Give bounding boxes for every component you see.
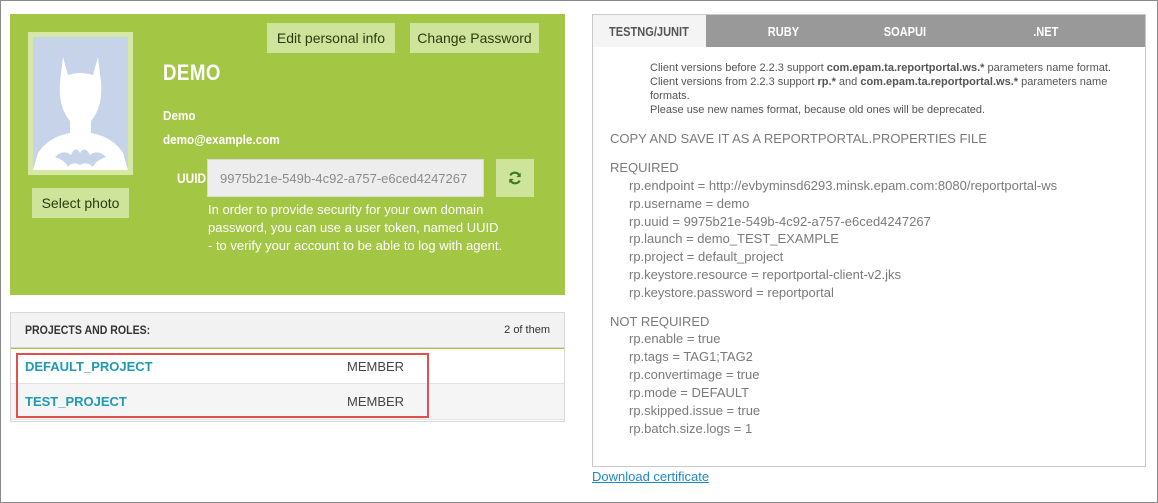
- property-line: rp.project = default_project: [629, 249, 784, 264]
- property-line: rp.enable = true: [629, 331, 721, 346]
- projects-count: 2 of them: [504, 324, 550, 336]
- tab-dotnet[interactable]: .NET: [947, 15, 1145, 47]
- uuid-help-text: In order to provide security for your ow…: [208, 202, 503, 253]
- copy-title: COPY AND SAVE IT AS A REPORTPORTAL.PROPE…: [610, 131, 987, 146]
- not-required-title: NOT REQUIRED: [610, 314, 710, 329]
- email: demo@example.com: [163, 132, 280, 147]
- version-note: Client versions before 2.2.3 support com…: [650, 62, 1111, 116]
- property-line: rp.username = demo: [629, 196, 750, 211]
- tab-ruby[interactable]: RUBY: [706, 15, 862, 47]
- property-line: rp.endpoint = http://evbyminsd6293.minsk…: [629, 178, 1058, 193]
- project-role: MEMBER: [347, 394, 405, 409]
- config-tabs: TESTNG/JUNIT RUBY SOAPUI .NET: [593, 15, 1145, 47]
- table-row: DEFAULT_PROJECT MEMBER: [11, 348, 564, 384]
- profile-card: Select photo Edit personal info Change P…: [10, 14, 565, 295]
- uuid-label: UUID: [177, 170, 207, 186]
- property-line: rp.keystore.password = reportportal: [629, 285, 834, 300]
- avatar: [33, 37, 128, 170]
- project-link[interactable]: DEFAULT_PROJECT: [25, 359, 153, 374]
- property-line: rp.launch = demo_TEST_EXAMPLE: [629, 231, 839, 246]
- projects-title: PROJECTS AND ROLES:: [25, 323, 151, 337]
- property-line: rp.tags = TAG1;TAG2: [629, 349, 753, 364]
- property-line: rp.keystore.resource = reportportal-clie…: [629, 267, 902, 282]
- projects-header: PROJECTS AND ROLES: 2 of them: [11, 313, 564, 348]
- full-name: Demo: [163, 108, 196, 123]
- property-line: rp.convertimage = true: [629, 367, 760, 382]
- property-line: rp.batch.size.logs = 1: [629, 421, 753, 436]
- edit-personal-info-button[interactable]: Edit personal info: [267, 23, 395, 53]
- avatar-frame: [28, 32, 133, 175]
- change-password-button[interactable]: Change Password: [410, 23, 539, 53]
- table-row: TEST_PROJECT MEMBER: [11, 384, 564, 420]
- project-link[interactable]: TEST_PROJECT: [25, 394, 127, 409]
- required-title: REQUIRED: [610, 160, 679, 175]
- download-certificate-link[interactable]: Download certificate: [592, 469, 709, 484]
- refresh-icon: [509, 171, 521, 185]
- property-line: rp.uuid = 9975b21e-549b-4c92-a757-e6ced4…: [629, 214, 931, 229]
- select-photo-button[interactable]: Select photo: [32, 188, 129, 218]
- agent-config-panel: TESTNG/JUNIT RUBY SOAPUI .NET Client ver…: [592, 14, 1146, 467]
- regenerate-uuid-button[interactable]: [496, 159, 534, 197]
- tab-testng-junit[interactable]: TESTNG/JUNIT: [593, 15, 706, 47]
- username-heading: DEMO: [163, 60, 221, 85]
- property-line: rp.mode = DEFAULT: [629, 385, 750, 400]
- projects-table: PROJECTS AND ROLES: 2 of them DEFAULT_PR…: [10, 312, 565, 422]
- project-role: MEMBER: [347, 358, 405, 374]
- uuid-field[interactable]: [207, 159, 484, 197]
- tab-soapui[interactable]: SOAPUI: [862, 15, 948, 47]
- batman-silhouette-icon: [33, 37, 128, 170]
- property-line: rp.skipped.issue = true: [629, 403, 761, 418]
